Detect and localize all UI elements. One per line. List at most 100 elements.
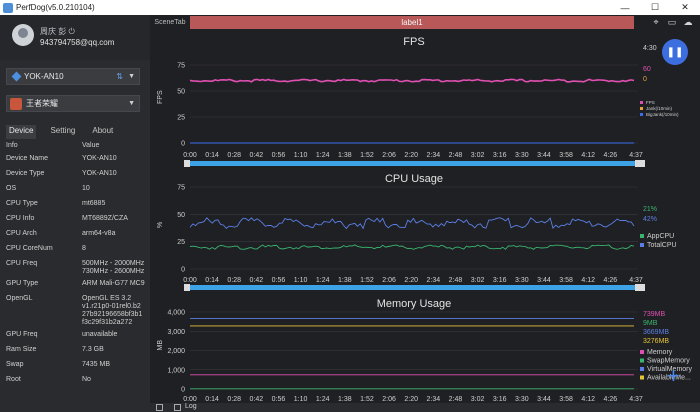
x-tick-label: 0:00: [183, 152, 197, 159]
x-tick-label: 4:37: [629, 152, 643, 159]
device-select[interactable]: YOK-AN10 ⇅ ▼: [6, 68, 140, 85]
close-button[interactable]: ✕: [670, 0, 700, 15]
x-tick-label: 4:12: [581, 152, 595, 159]
bottom-bar: Log: [150, 403, 700, 412]
x-tick-label: 2:06: [382, 152, 396, 159]
info-value: No: [82, 376, 91, 383]
slider-handle-right: [635, 160, 645, 167]
pause-icon: ❚❚: [666, 46, 684, 58]
info-row: CPU Freq 500MHz - 2000MHz 730MHz - 2600MH…: [6, 260, 150, 280]
x-tick-label: 3:16: [493, 277, 507, 284]
info-header-key: Info: [6, 142, 18, 149]
x-tick-label: 2:20: [404, 396, 418, 403]
series-line: [189, 217, 635, 230]
legend-swatch: [640, 375, 644, 380]
game-app-icon: [10, 97, 22, 110]
wifi-icon[interactable]: ⇅: [116, 72, 123, 81]
x-tick-label: 0:28: [227, 277, 241, 284]
legend-swatch: [640, 358, 644, 363]
legend-entry: AppCPU: [647, 233, 674, 240]
sidebar: 周庆 彭 ⏻ 943794758@qq.com YOK-AN10 ⇅ ▼ 王者荣…: [0, 15, 150, 412]
maximize-button[interactable]: ☐: [640, 0, 670, 15]
legend-entry: BigJank(/10min): [646, 112, 679, 117]
x-tick-label: 2:06: [382, 396, 396, 403]
info-row: CPU CoreNum 8: [6, 245, 150, 260]
legend-entry: Memory: [647, 349, 673, 356]
avatar[interactable]: [12, 24, 34, 46]
y-axis-label: %: [157, 222, 164, 228]
time-readout: 4:30: [643, 45, 657, 52]
info-value: 8: [82, 245, 86, 252]
y-tick-label: 50: [177, 89, 185, 96]
legend-swatch: [640, 101, 643, 104]
x-tick-label: 3:02: [471, 152, 485, 159]
pause-button[interactable]: ❚❚: [662, 39, 688, 65]
log-checkbox[interactable]: [174, 404, 181, 411]
x-tick-label: 1:24: [316, 277, 330, 284]
info-key: CPU Info: [6, 215, 35, 222]
info-row: GPU Freq unavailable: [6, 331, 150, 346]
x-tick-label: 3:58: [559, 396, 573, 403]
chart-title: FPS: [403, 36, 424, 48]
tab-setting[interactable]: Setting: [47, 125, 78, 139]
x-tick-label: 2:48: [449, 152, 463, 159]
info-key: Ram Size: [6, 346, 37, 353]
info-value: OpenGL ES 3.2 v1.r21p0-01rel0.b2 27b9219…: [82, 295, 143, 326]
x-tick-label: 0:56: [272, 152, 286, 159]
info-key: OpenGL: [6, 295, 33, 302]
x-tick-label: 1:52: [360, 277, 374, 284]
info-key: GPU Type: [6, 280, 39, 287]
x-tick-label: 2:20: [404, 152, 418, 159]
info-row: Ram Size 7.3 GB: [6, 346, 150, 361]
app-select-label: 王者荣耀: [26, 99, 58, 108]
info-row: OpenGL OpenGL ES 3.2 v1.r21p0-01rel0.b2 2…: [6, 295, 150, 331]
info-value: MT6889Z/CZA: [82, 215, 128, 222]
x-tick-label: 1:38: [338, 396, 352, 403]
info-value: 500MHz - 2000MHz 730MHz - 2600MHz: [82, 260, 145, 275]
y-tick-label: 25: [177, 239, 185, 246]
info-table-header: Info Value: [6, 142, 150, 155]
chart-title: CPU Usage: [385, 173, 443, 185]
x-tick-label: 0:00: [183, 396, 197, 403]
y-tick-label: 1,000: [167, 367, 185, 374]
memory-value-label: 9MB: [643, 320, 658, 327]
sidebar-tabs: Device Setting About: [6, 125, 140, 139]
title-bar: PerfDog(v5.0.210104) — ☐ ✕: [0, 0, 700, 15]
y-tick-label: 4,000: [167, 310, 185, 317]
info-value: ARM Mali-G77 MC9: [82, 280, 145, 287]
x-tick-label: 4:26: [603, 396, 617, 403]
user-id: 943794758@qq.com: [40, 38, 115, 47]
minimize-button[interactable]: —: [610, 0, 640, 15]
expand-toggle[interactable]: [156, 404, 163, 411]
memory-value-label: 3276MB: [643, 338, 669, 345]
info-header-value: Value: [82, 142, 100, 149]
user-name[interactable]: 周庆 彭 ⏻: [40, 26, 75, 37]
info-row: CPU Type mt6885: [6, 200, 150, 215]
x-tick-label: 3:30: [515, 277, 529, 284]
series-line: [189, 244, 635, 250]
slider-handle-left: [184, 160, 190, 167]
legend-entry: TotalCPU: [647, 242, 677, 249]
x-tick-label: 1:52: [360, 152, 374, 159]
y-tick-label: 25: [177, 115, 185, 122]
x-tick-label: 0:42: [250, 152, 264, 159]
legend-entry: Jank(/10min): [646, 106, 673, 111]
x-tick-label: 3:58: [559, 277, 573, 284]
add-button[interactable]: +: [667, 365, 680, 387]
tab-about[interactable]: About: [89, 125, 116, 139]
memory-value-label: 739MB: [643, 311, 666, 318]
info-key: OS: [6, 185, 17, 192]
x-tick-label: 4:12: [581, 396, 595, 403]
legend-swatch: [640, 367, 644, 371]
x-tick-label: 2:48: [449, 277, 463, 284]
y-tick-label: 75: [177, 185, 185, 192]
x-tick-label: 0:14: [205, 277, 219, 284]
tab-device[interactable]: Device: [6, 125, 37, 139]
y-axis-label: MB: [157, 340, 164, 351]
x-tick-label: 1:52: [360, 396, 374, 403]
x-tick-label: 3:30: [515, 152, 529, 159]
app-select[interactable]: 王者荣耀 ▼: [6, 95, 140, 112]
x-tick-label: 4:26: [603, 277, 617, 284]
totalcpu-value-label: 42%: [643, 216, 657, 223]
info-key: Swap: [6, 361, 24, 368]
